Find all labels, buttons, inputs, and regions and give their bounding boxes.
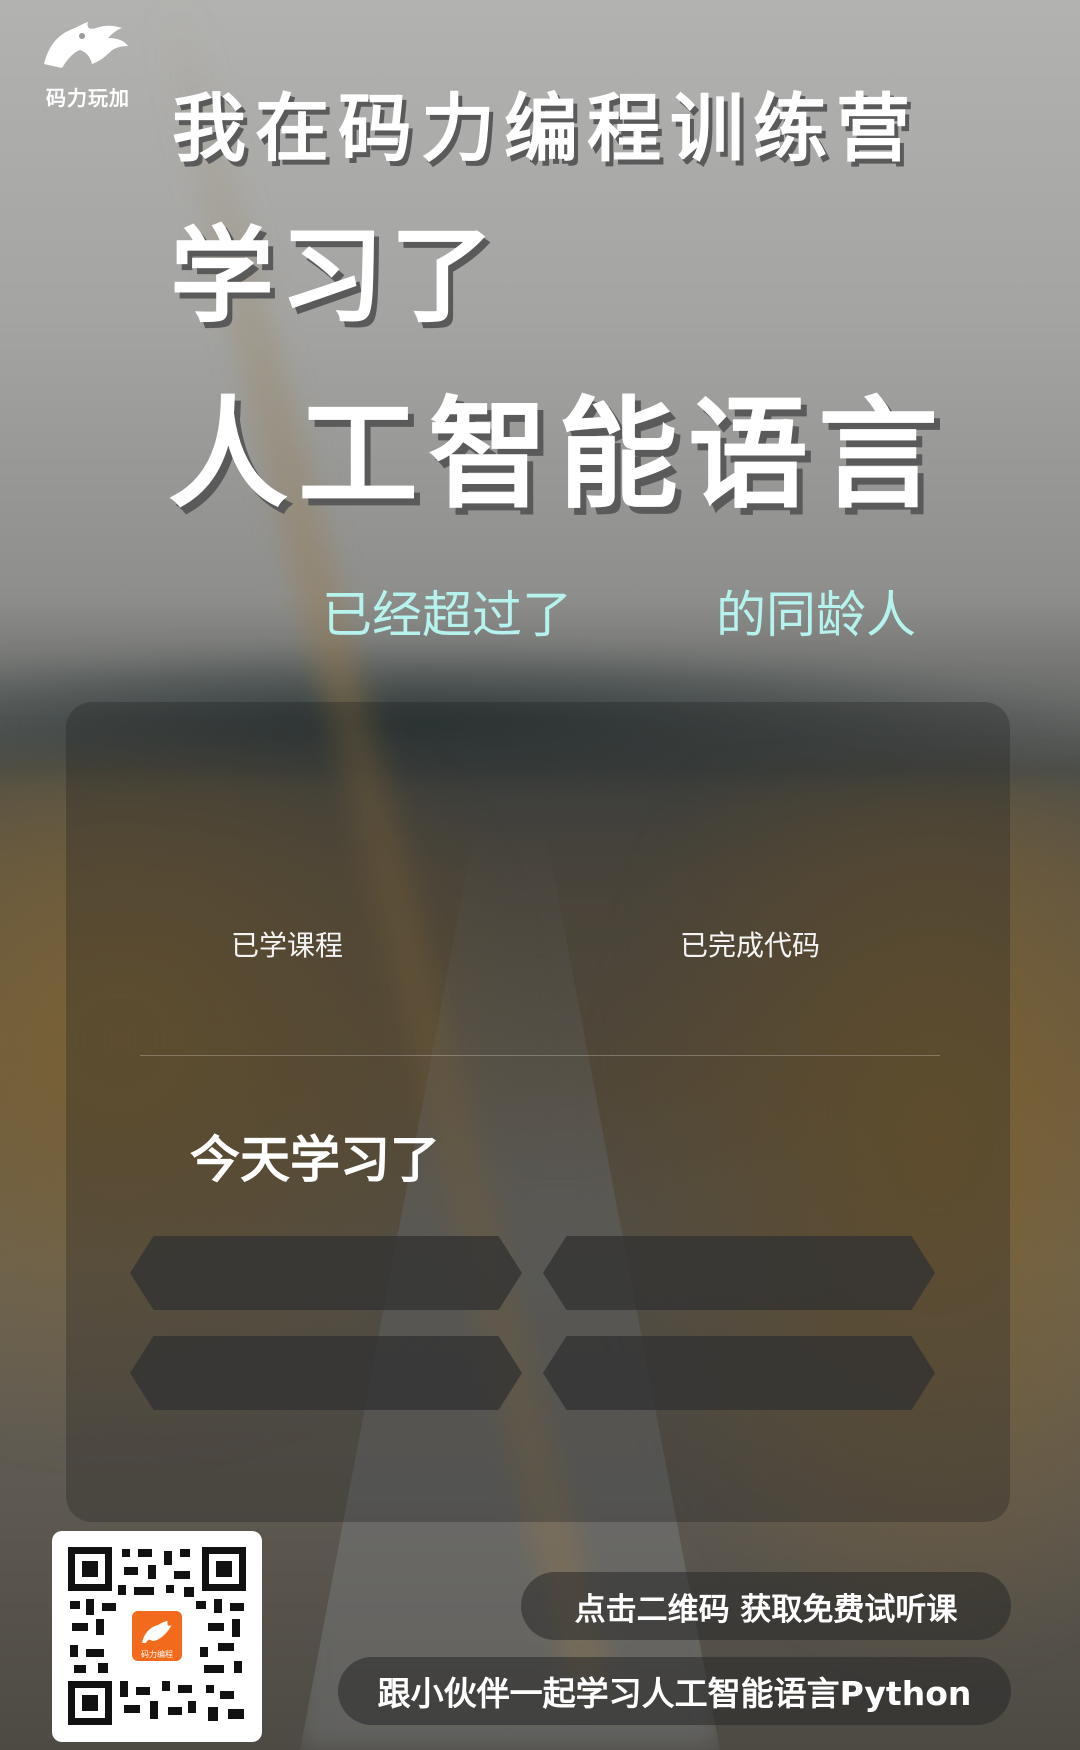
qr-code-icon: 码力编程 xyxy=(68,1547,246,1725)
panel-divider xyxy=(140,1055,940,1056)
horse-logo-icon xyxy=(44,22,128,68)
today-learned-title: 今天学习了 xyxy=(190,1131,440,1189)
ranking-prefix: 已经超过了 xyxy=(322,586,572,644)
qr-code[interactable]: 码力编程 xyxy=(52,1531,262,1742)
logo-text: 码力玩加 xyxy=(46,86,130,110)
code-completed-label: 已完成代码 xyxy=(680,929,821,962)
headline-camp: 我在码力编程训练营 xyxy=(172,86,919,172)
topic-tag-3 xyxy=(130,1336,522,1410)
headline-learned: 学习了 xyxy=(170,215,501,337)
brand-logo: 码力玩加 xyxy=(38,18,138,110)
headline-subject: 人工智能语言 xyxy=(168,386,948,525)
topic-tag-4 xyxy=(543,1336,935,1410)
python-slogan: 跟小伙伴一起学习人工智能语言Python xyxy=(338,1657,1011,1725)
topic-tag-1 xyxy=(130,1236,522,1310)
topic-tag-2 xyxy=(543,1236,935,1310)
qr-badge-text: 码力编程 xyxy=(141,1649,173,1659)
free-trial-cta[interactable]: 点击二维码 获取免费试听课 xyxy=(521,1572,1011,1640)
courses-learned-label: 已学课程 xyxy=(231,929,344,962)
ranking-suffix: 的同龄人 xyxy=(716,586,916,644)
